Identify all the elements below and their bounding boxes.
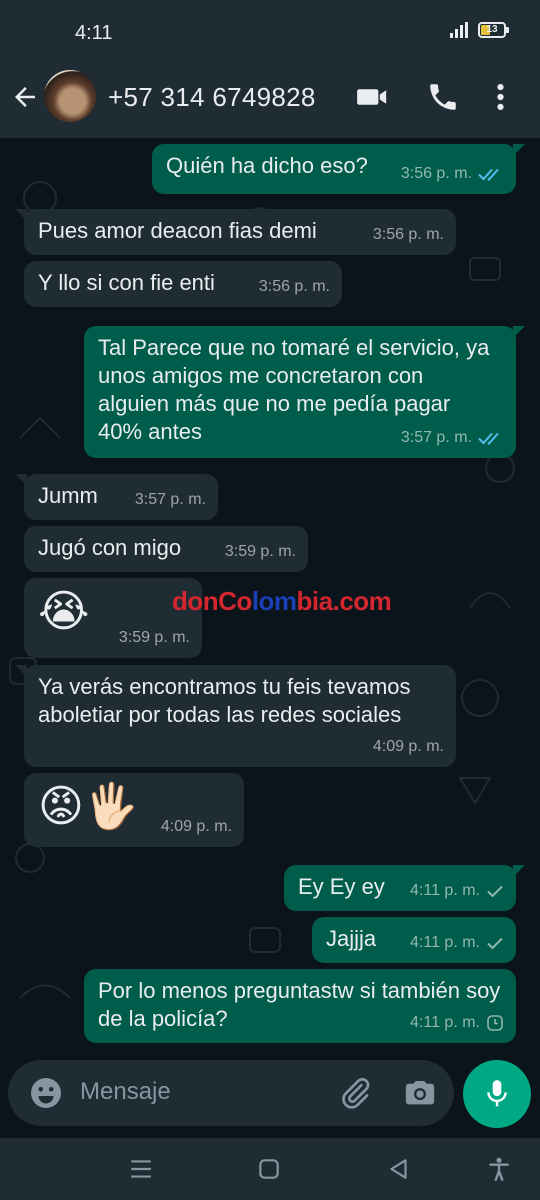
battery-level: 13 <box>486 24 498 35</box>
message-bubble-outgoing[interactable]: Tal Parece que no tomaré el servicio, ya… <box>84 326 525 458</box>
battery-icon: 13 <box>478 22 509 38</box>
message-time: 3:56 p. m. <box>400 165 472 182</box>
message-meta: 3:56 p. m. <box>401 160 504 188</box>
status-time: 4:11 <box>75 22 113 44</box>
message-time: 3:59 p. m. <box>118 629 190 646</box>
back-arrow-icon[interactable] <box>10 82 40 112</box>
message-bubble-outgoing[interactable]: Por lo menos preguntastw si también soy … <box>84 969 516 1043</box>
chat-area[interactable]: Quién ha dicho eso? 3:56 p. m. Pues amor… <box>0 138 540 1060</box>
message-meta: 4:11 p. m. <box>410 877 504 905</box>
avatar[interactable] <box>44 70 96 122</box>
double-check-read-icon <box>478 168 499 181</box>
message-meta: 3:56 p. m. <box>373 221 444 249</box>
status-icons: 13 <box>450 22 509 38</box>
mic-icon <box>487 1080 507 1107</box>
message-bubble-incoming[interactable]: Jumm 3:57 p. m. <box>15 474 218 520</box>
message-bubble-outgoing[interactable]: Ey Ey ey 4:11 p. m. <box>284 865 525 911</box>
message-time: 3:56 p. m. <box>372 226 444 243</box>
message-meta: 3:57 p. m. <box>401 424 504 452</box>
watermark: donColombia.com <box>172 586 392 616</box>
phone-icon[interactable] <box>426 80 460 114</box>
back-triangle-icon[interactable] <box>386 1156 412 1182</box>
emoji-icon[interactable] <box>28 1075 64 1111</box>
message-time: 3:57 p. m. <box>400 429 472 446</box>
more-vert-icon[interactable] <box>492 80 526 114</box>
message-meta: 4:11 p. m. <box>410 929 504 957</box>
message-meta: 3:57 p. m. <box>135 486 206 514</box>
message-meta: 3:59 p. m. <box>119 624 190 652</box>
home-icon[interactable] <box>256 1156 282 1182</box>
message-bubble-incoming[interactable]: Pues amor deacon fias demi 3:56 p. m. <box>15 209 456 255</box>
message-bubble-incoming[interactable]: 😡🖐🏻 4:09 p. m. <box>24 773 244 847</box>
message-meta: 4:09 p. m. <box>373 733 444 761</box>
message-time: 4:11 p. m. <box>410 934 480 951</box>
status-bar: 4:11 13 <box>0 0 540 64</box>
mic-button[interactable] <box>463 1060 531 1128</box>
message-time: 4:11 p. m. <box>410 1014 480 1031</box>
message-bubble-outgoing[interactable]: Quién ha dicho eso? 3:56 p. m. <box>152 144 525 194</box>
message-bubble-incoming[interactable]: Y llo si con fie enti 3:56 p. m. <box>24 261 342 307</box>
message-time: 4:09 p. m. <box>372 738 444 755</box>
video-call-icon[interactable] <box>355 80 389 114</box>
message-time: 4:09 p. m. <box>160 818 232 835</box>
message-bubble-incoming[interactable]: Ya verás encontramos tu feis tevamos abo… <box>15 665 456 767</box>
clock-pending-icon <box>487 1015 503 1031</box>
message-input[interactable]: Mensaje <box>8 1060 454 1126</box>
message-meta: 3:56 p. m. <box>259 273 330 301</box>
accessibility-icon[interactable] <box>486 1156 512 1182</box>
camera-icon[interactable] <box>402 1076 438 1110</box>
message-meta: 4:09 p. m. <box>161 813 232 841</box>
contact-name[interactable]: +57 314 6749828 <box>108 82 316 113</box>
message-time: 3:59 p. m. <box>224 543 296 560</box>
signal-icon <box>450 22 468 38</box>
menu-icon[interactable] <box>128 1156 154 1182</box>
message-time: 3:56 p. m. <box>258 278 330 295</box>
message-meta: 3:59 p. m. <box>225 538 296 566</box>
message-time: 4:11 p. m. <box>410 882 480 899</box>
double-check-read-icon <box>478 432 499 445</box>
message-placeholder: Mensaje <box>80 1078 171 1105</box>
single-check-icon <box>487 885 503 898</box>
chat-header: +57 314 6749828 <box>0 64 540 138</box>
message-bubble-outgoing[interactable]: Jajjja 4:11 p. m. <box>312 917 516 963</box>
message-bubble-incoming[interactable]: Jugó con migo 3:59 p. m. <box>24 526 308 572</box>
system-nav-bar <box>0 1138 540 1200</box>
message-meta: 4:11 p. m. <box>410 1009 504 1037</box>
message-time: 3:57 p. m. <box>134 491 206 508</box>
attach-icon[interactable] <box>338 1076 372 1110</box>
composer-bar: Mensaje <box>0 1060 540 1138</box>
message-text: Ya verás encontramos tu feis tevamos abo… <box>38 674 411 727</box>
single-check-icon <box>487 937 503 950</box>
